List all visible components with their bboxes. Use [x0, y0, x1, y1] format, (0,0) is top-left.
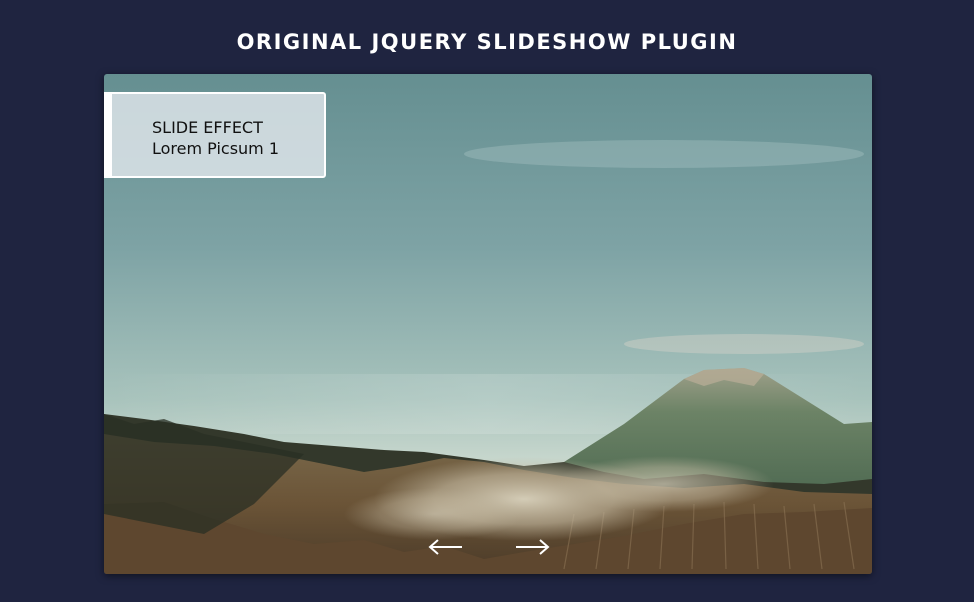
- arrow-right-icon[interactable]: [512, 532, 552, 562]
- page-title: ORIGINAL JQUERY SLIDESHOW PLUGIN: [236, 30, 738, 55]
- caption-effect-label: SLIDE EFFECT: [152, 118, 263, 137]
- slideshow: SLIDE EFFECT Lorem Picsum 1: [104, 74, 872, 574]
- caption-box: SLIDE EFFECT Lorem Picsum 1: [104, 92, 326, 178]
- arrow-left-icon[interactable]: [426, 532, 466, 562]
- caption-slide-name: Lorem Picsum 1: [152, 139, 280, 158]
